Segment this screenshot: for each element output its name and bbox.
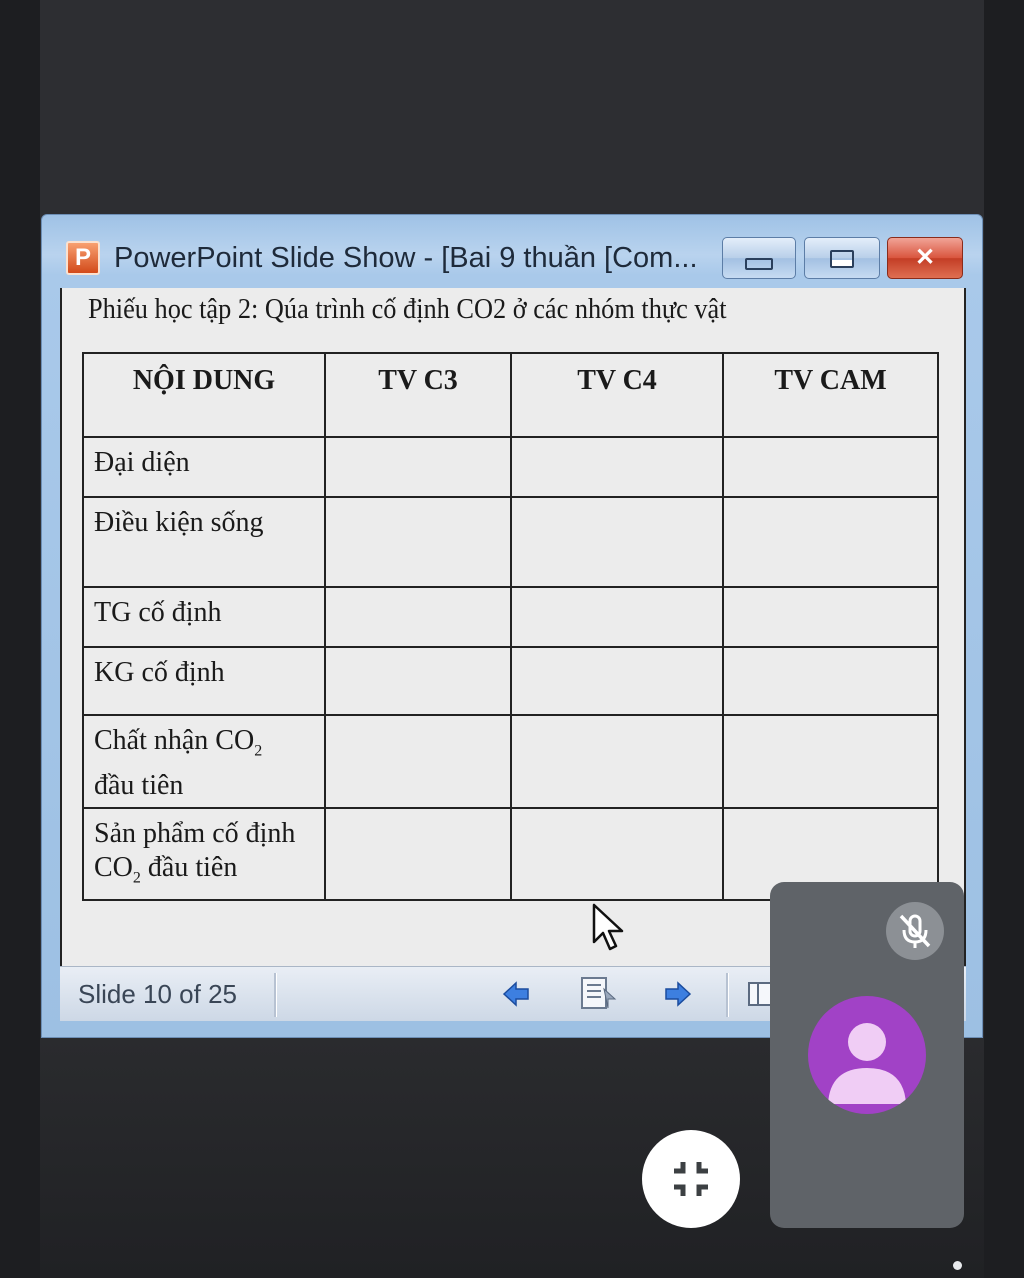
close-icon: ✕ bbox=[914, 244, 936, 271]
table-row: Chất nhận CO2 đầu tiên bbox=[82, 714, 939, 809]
restore-icon bbox=[830, 250, 854, 268]
mic-off-indicator bbox=[886, 902, 944, 960]
row-label-text: CO bbox=[94, 851, 133, 883]
column-header: TV CAM bbox=[722, 352, 939, 438]
maximize-button[interactable] bbox=[804, 237, 880, 279]
mouse-pointer-icon bbox=[592, 903, 624, 951]
mic-off-icon bbox=[899, 914, 931, 948]
table-row: Đại diện bbox=[82, 436, 939, 498]
worksheet-table: NỘI DUNG TV C3 TV C4 TV CAM Đại diện Điề… bbox=[82, 352, 939, 902]
table-cell bbox=[722, 436, 939, 498]
row-label-text: Sản phẩm cố định bbox=[94, 817, 296, 849]
table-cell bbox=[722, 646, 939, 716]
window-titlebar[interactable]: P PowerPoint Slide Show - [Bai 9 thuần [… bbox=[42, 215, 982, 289]
table-cell bbox=[510, 436, 724, 498]
table-row: KG cố định bbox=[82, 646, 939, 716]
row-label-text: đầu tiên bbox=[140, 851, 238, 883]
table-row: TG cố định bbox=[82, 586, 939, 648]
divider bbox=[274, 973, 277, 1017]
slide-counter: Slide 10 of 25 bbox=[78, 979, 238, 1009]
row-label: Điều kiện sống bbox=[82, 496, 326, 588]
minimize-button[interactable] bbox=[722, 237, 796, 279]
divider bbox=[726, 973, 729, 1017]
table-cell bbox=[324, 586, 512, 648]
slide-title: Phiếu học tập 2: Qúa trình cố định CO2 ở… bbox=[88, 294, 727, 325]
column-header: NỘI DUNG bbox=[82, 352, 326, 438]
table-cell bbox=[324, 714, 512, 809]
row-label-text: Chất nhận CO bbox=[94, 725, 255, 756]
subscript: 2 bbox=[254, 742, 263, 760]
table-cell bbox=[510, 496, 724, 588]
subscript: 2 bbox=[132, 869, 141, 887]
table-cell bbox=[722, 496, 939, 588]
powerpoint-app-icon: P bbox=[66, 241, 100, 275]
window-title: PowerPoint Slide Show - [Bai 9 thuần [Co… bbox=[114, 242, 698, 274]
table-cell bbox=[722, 586, 939, 648]
table-cell bbox=[324, 646, 512, 716]
row-label: Sản phẩm cố định CO2 đầu tiên bbox=[82, 806, 326, 902]
row-label: Đại diện bbox=[82, 436, 326, 498]
row-label: TG cố định bbox=[82, 586, 326, 648]
table-cell bbox=[510, 646, 724, 716]
column-header: TV C4 bbox=[510, 352, 724, 438]
table-cell bbox=[722, 714, 939, 809]
previous-slide-icon[interactable] bbox=[500, 977, 534, 1011]
column-header: TV C3 bbox=[324, 352, 512, 438]
table-cell bbox=[324, 436, 512, 498]
person-icon bbox=[828, 1023, 906, 1104]
row-label: Chất nhận CO2 đầu tiên bbox=[82, 714, 326, 809]
minimize-icon bbox=[745, 258, 773, 270]
next-slide-icon[interactable] bbox=[660, 977, 694, 1011]
participant-avatar bbox=[808, 996, 926, 1114]
table-cell bbox=[510, 714, 724, 809]
table-cell bbox=[510, 586, 724, 648]
table-cell bbox=[324, 496, 512, 588]
exit-fullscreen-button[interactable] bbox=[642, 1130, 740, 1228]
table-row: Điều kiện sống bbox=[82, 496, 939, 588]
row-label-text: đầu tiên bbox=[94, 769, 184, 801]
table-cell bbox=[510, 806, 724, 902]
exit-fullscreen-icon bbox=[674, 1162, 708, 1196]
table-header-row: NỘI DUNG TV C3 TV C4 TV CAM bbox=[82, 352, 939, 438]
slide-menu-icon[interactable] bbox=[578, 975, 618, 1013]
more-options-icon[interactable] bbox=[953, 1261, 962, 1270]
table-cell bbox=[324, 806, 512, 902]
row-label: KG cố định bbox=[82, 646, 326, 716]
close-button[interactable]: ✕ bbox=[887, 237, 963, 279]
